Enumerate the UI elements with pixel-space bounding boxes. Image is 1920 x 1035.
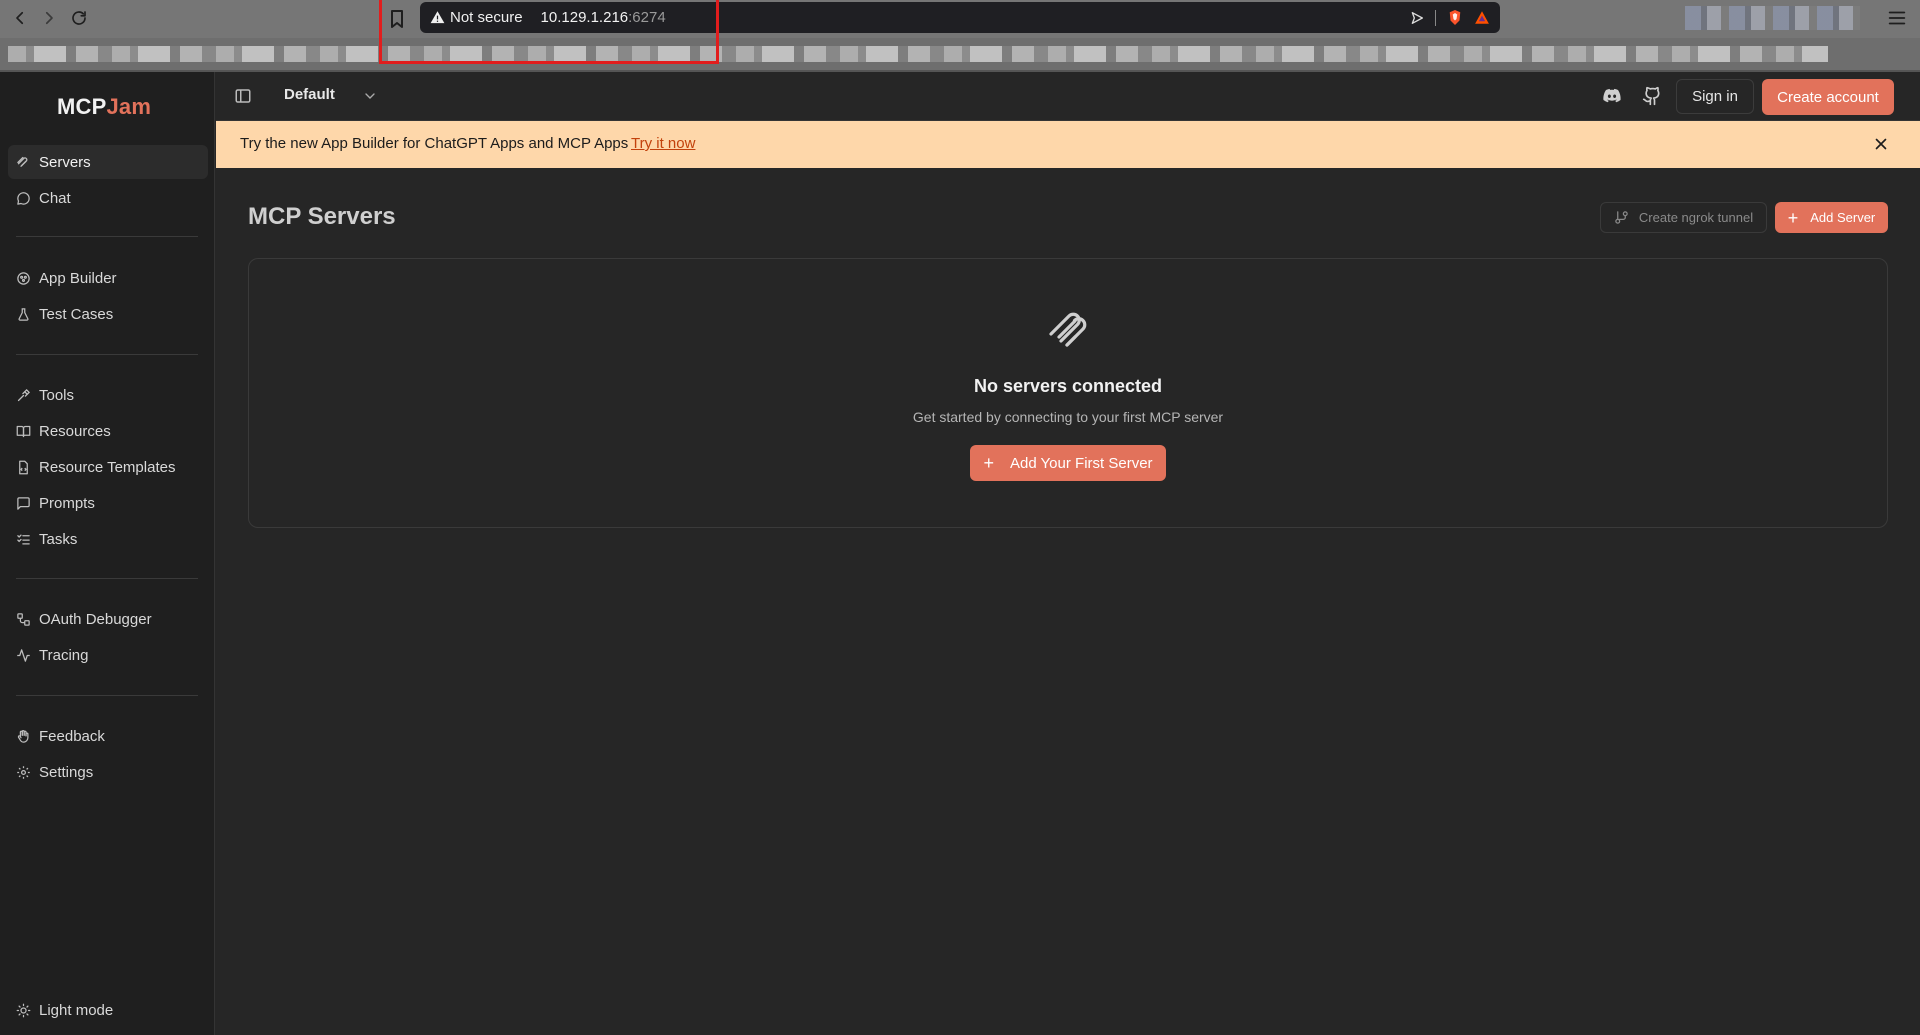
workflow-icon — [17, 612, 30, 626]
share-icon[interactable] — [1409, 10, 1425, 26]
sidebar-item-chat[interactable]: Chat — [8, 181, 208, 215]
banner-text: Try the new App Builder for ChatGPT Apps… — [240, 135, 629, 152]
workspace-selector[interactable]: Default — [284, 86, 335, 103]
extensions-area[interactable] — [1685, 6, 1860, 30]
sidebar-item-app-builder[interactable]: App Builder — [8, 261, 208, 295]
gear-icon — [17, 765, 30, 779]
hammer-icon — [17, 388, 31, 401]
try-it-now-link[interactable]: Try it now — [631, 135, 695, 152]
bookmarks-bar — [0, 38, 1920, 72]
ngrok-label: Create ngrok tunnel — [1638, 210, 1754, 225]
sidebar-item-tracing[interactable]: Tracing — [8, 638, 208, 672]
brave-shields-icon[interactable] — [1446, 8, 1464, 27]
sidebar-item-label: Feedback — [39, 727, 105, 745]
url-host: 10.129.1.216 — [540, 9, 629, 26]
address-bar[interactable]: Not secure 10.129.1.216:6274 — [420, 2, 1500, 33]
add-server-label: Add Server — [1810, 210, 1876, 225]
discord-icon[interactable] — [1603, 88, 1621, 104]
sidebar-item-test-cases[interactable]: Test Cases — [8, 297, 208, 331]
sidebar-item-label: Settings — [39, 763, 94, 781]
sidebar-item-label: Chat — [39, 189, 71, 207]
menu-icon[interactable] — [1886, 7, 1908, 29]
add-server-button[interactable]: + Add Server — [1775, 202, 1888, 233]
sidebar-item-label: App Builder — [39, 269, 117, 287]
sidebar-item-servers[interactable]: Servers — [8, 145, 208, 179]
sidebar-item-tools[interactable]: Tools — [8, 378, 208, 412]
sidebar-item-feedback[interactable]: Feedback — [8, 719, 208, 753]
chevron-down-icon[interactable] — [362, 88, 378, 104]
servers-icon — [1049, 312, 1087, 347]
sidebar-item-label: Test Cases — [39, 305, 114, 323]
logo[interactable]: MCPJam — [57, 94, 151, 120]
divider — [16, 354, 198, 355]
sidebar-item-settings[interactable]: Settings — [8, 755, 208, 789]
light-mode-label: Light mode — [39, 1002, 114, 1019]
warning-icon — [430, 11, 445, 24]
logo-suffix: Jam — [106, 94, 152, 119]
sidebar-item-oauth-debugger[interactable]: OAuth Debugger — [8, 602, 208, 636]
url-port: :6274 — [628, 9, 666, 26]
divider — [16, 236, 198, 237]
sidebar: MCPJam Servers Chat App Builder Test Cas… — [0, 72, 215, 1035]
close-icon[interactable] — [1872, 135, 1890, 153]
announcement-banner: Try the new App Builder for ChatGPT Apps… — [216, 121, 1920, 168]
bookmark-items[interactable] — [8, 46, 1828, 62]
book-icon — [16, 425, 31, 437]
github-icon[interactable] — [1642, 86, 1662, 106]
sidebar-item-label: Tools — [39, 386, 75, 404]
sidebar-item-resources[interactable]: Resources — [8, 414, 208, 448]
hand-icon — [17, 729, 29, 743]
flask-icon — [18, 307, 29, 321]
divider — [16, 578, 198, 579]
empty-state-title: No servers connected — [973, 376, 1163, 396]
app-builder-icon — [17, 271, 30, 285]
sidebar-item-resource-templates[interactable]: Resource Templates — [8, 450, 208, 484]
sidebar-item-prompts[interactable]: Prompts — [8, 486, 208, 520]
browser-toolbar: Not secure 10.129.1.216:6274 — [0, 0, 1920, 38]
activity-icon — [17, 648, 30, 662]
list-checks-icon — [17, 534, 30, 544]
divider — [1435, 9, 1436, 26]
sidebar-item-label: OAuth Debugger — [39, 610, 152, 628]
plus-icon: + — [1787, 207, 1799, 228]
back-icon[interactable] — [8, 6, 32, 30]
sidebar-item-label: Resource Templates — [39, 458, 176, 476]
sidebar-item-tasks[interactable]: Tasks — [8, 522, 208, 556]
empty-state-card: No servers connected Get started by conn… — [248, 258, 1888, 528]
security-warning-label: Not secure — [450, 9, 523, 26]
chat-icon — [17, 191, 30, 205]
sun-icon — [16, 1003, 31, 1018]
logo-prefix: MCP — [57, 94, 107, 119]
add-first-server-label: Add Your First Server — [1009, 454, 1153, 472]
servers-icon — [17, 156, 28, 167]
divider — [16, 695, 198, 696]
create-account-button[interactable]: Create account — [1762, 79, 1894, 115]
sidebar-item-label: Prompts — [39, 494, 95, 512]
top-bar: Default Sign in Create account — [216, 72, 1920, 121]
message-square-icon — [17, 496, 30, 510]
page-title: MCP Servers — [248, 203, 396, 230]
reload-icon[interactable] — [67, 6, 91, 30]
app-root: MCPJam Servers Chat App Builder Test Cas… — [0, 72, 1920, 1035]
brave-rewards-icon[interactable] — [1474, 10, 1490, 25]
tunnel-icon — [1615, 211, 1628, 224]
file-code-icon — [19, 460, 28, 474]
light-mode-toggle[interactable]: Light mode — [16, 1002, 113, 1019]
sidebar-item-label: Tracing — [39, 646, 89, 664]
plus-icon: + — [983, 453, 994, 473]
sidebar-item-label: Tasks — [39, 530, 78, 548]
sidebar-item-label: Resources — [39, 422, 111, 440]
sidebar-item-label: Servers — [39, 153, 91, 171]
sidebar-toggle-icon[interactable] — [234, 87, 252, 105]
empty-state-subtitle: Get started by connecting to your first … — [912, 409, 1224, 425]
forward-icon[interactable] — [37, 6, 61, 30]
create-ngrok-tunnel-button[interactable]: Create ngrok tunnel — [1600, 202, 1767, 233]
add-first-server-button[interactable]: + Add Your First Server — [970, 445, 1166, 481]
sign-in-button[interactable]: Sign in — [1676, 79, 1754, 114]
bookmark-icon[interactable] — [385, 7, 409, 31]
security-warning[interactable]: Not secure — [430, 9, 523, 26]
